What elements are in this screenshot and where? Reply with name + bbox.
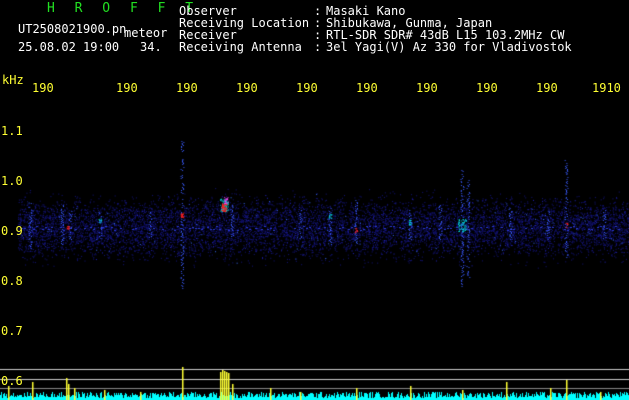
- file-name: UT2508021900.pn: [18, 22, 127, 36]
- antenna-value: 3el Yagi(V) Az 330 for Vladivostok: [326, 40, 572, 54]
- x-tick: 190: [536, 81, 558, 95]
- spectrogram-canvas: [0, 0, 629, 400]
- x-tick: 190: [476, 81, 498, 95]
- x-tick: 1910: [592, 81, 621, 95]
- antenna-label: Receiving Antenna: [179, 40, 302, 54]
- x-tick: 190: [116, 81, 138, 95]
- x-tick: 190: [296, 81, 318, 95]
- y-tick: 0.7: [1, 324, 23, 338]
- y-unit-label: kHz: [2, 73, 24, 87]
- y-tick: 0.9: [1, 224, 23, 238]
- y-tick: 1.1: [1, 124, 23, 138]
- separator: :: [314, 40, 322, 54]
- x-tick: 190: [236, 81, 258, 95]
- mode-label: meteor: [124, 26, 168, 40]
- date-time: 25.08.02 19:00: [18, 40, 120, 54]
- y-tick: 0.6: [1, 374, 23, 388]
- y-tick: 1.0: [1, 174, 23, 188]
- y-tick: 0.8: [1, 274, 23, 288]
- x-tick: 190: [32, 81, 54, 95]
- x-tick: 190: [356, 81, 378, 95]
- detection-count: 34.: [140, 40, 162, 54]
- x-tick: 190: [176, 81, 198, 95]
- program-title: H R O F F T: [47, 1, 200, 16]
- x-tick: 190: [416, 81, 438, 95]
